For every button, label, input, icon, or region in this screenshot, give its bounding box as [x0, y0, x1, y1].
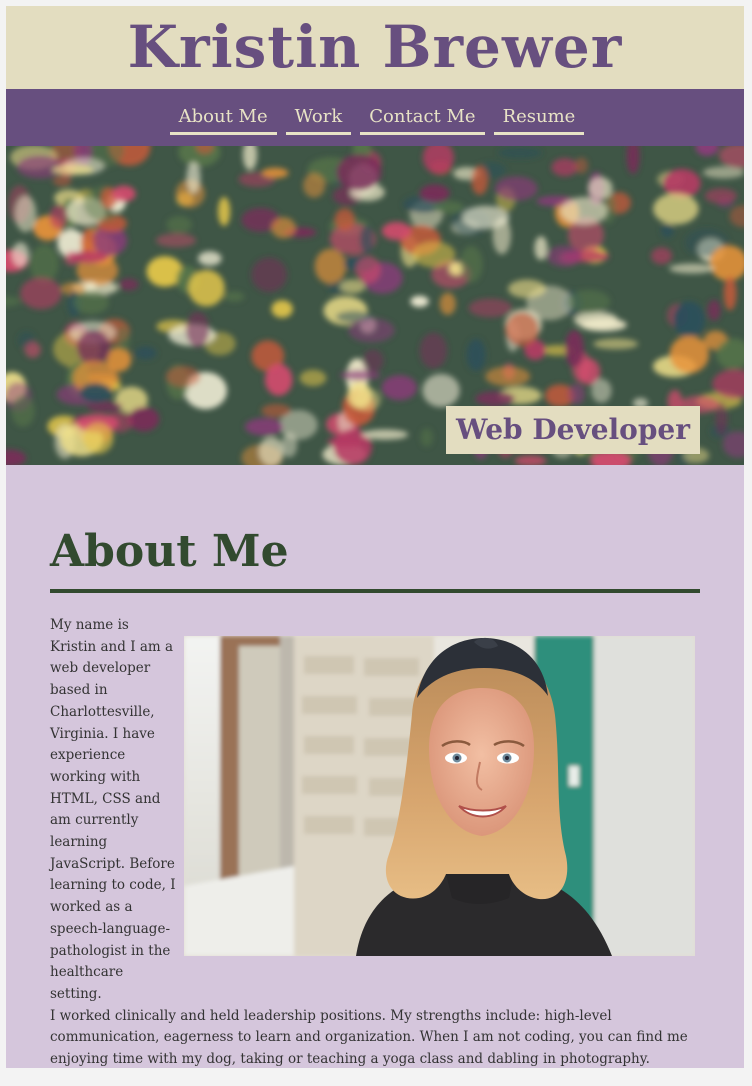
about-section: About Me My name is Kristin and I am a w… — [6, 465, 744, 1068]
portrait-photo — [184, 636, 695, 956]
nav-link-work[interactable]: Work — [285, 104, 352, 135]
about-body: My name is Kristin and I am a web develo… — [50, 615, 700, 1068]
about-intro-text: My name is Kristin and I am a web develo… — [50, 617, 176, 1002]
hero-banner: Web Developer — [6, 146, 744, 465]
nav-link-about-me[interactable]: About Me — [169, 104, 277, 135]
main-nav: About Me Work Contact Me Resume — [6, 89, 744, 146]
nav-link-contact-me[interactable]: Contact Me — [360, 104, 485, 135]
about-heading: About Me — [50, 526, 289, 577]
section-divider — [50, 589, 700, 593]
portrait-illustration — [184, 636, 695, 956]
site-title: Kristin Brewer — [127, 13, 623, 81]
site-header: Kristin Brewer — [6, 6, 744, 89]
about-continued-text: I worked clinically and held leadership … — [50, 1007, 688, 1068]
nav-link-resume[interactable]: Resume — [493, 104, 585, 135]
page: Kristin Brewer About Me Work Contact Me … — [6, 6, 744, 1068]
hero-badge: Web Developer — [446, 406, 700, 454]
